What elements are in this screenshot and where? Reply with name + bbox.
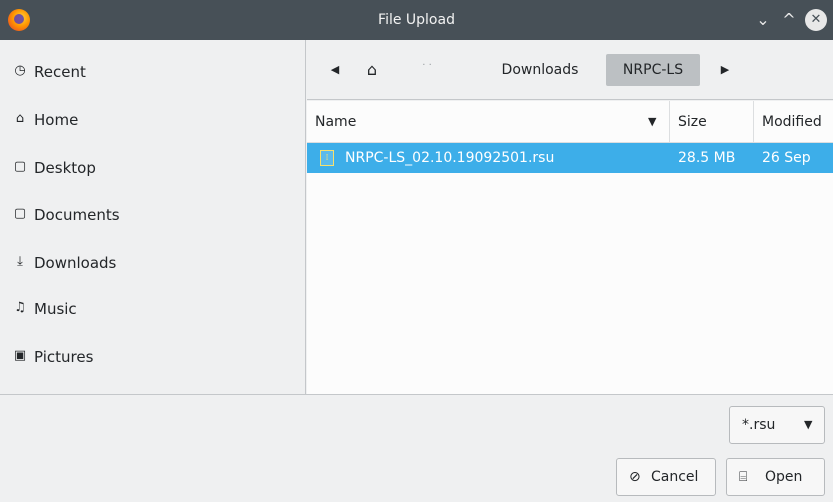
sidebar-item-label: Music — [34, 300, 77, 318]
sidebar-item-label: Documents — [34, 206, 120, 224]
breadcrumb-nrpc-ls[interactable]: NRPC-LS — [606, 54, 700, 86]
file-list-header: Name ▼ Size Modified — [307, 101, 833, 143]
sidebar-item-label: Recent — [34, 63, 86, 81]
sidebar-item-pictures[interactable]: ▣ Pictures — [0, 335, 305, 379]
open-label: Open — [765, 469, 803, 485]
column-header-size[interactable]: Size — [678, 101, 748, 143]
column-header-modified[interactable]: Modified — [762, 101, 833, 143]
file-type-filter[interactable]: *.rsu ▼ — [729, 406, 825, 444]
maximize-button[interactable]: ^ — [779, 10, 799, 30]
sidebar-item-desktop[interactable]: ▢ Desktop — [0, 146, 305, 190]
places-sidebar: ◷ Recent ⌂ Home ▢ Desktop ▢ Documents ⤓ … — [0, 40, 306, 394]
desktop-icon: ▢ — [13, 159, 27, 174]
sort-descending-icon[interactable]: ▼ — [648, 101, 656, 143]
window-title: File Upload — [378, 12, 455, 28]
path-forward-button[interactable]: ▶ — [715, 54, 735, 86]
path-bar: ◀ ⌂ · · Downloads NRPC-LS ▶ — [307, 40, 833, 100]
file-modified: 26 Sep — [762, 150, 811, 166]
sidebar-item-label: Home — [34, 111, 79, 129]
column-header-name[interactable]: Name — [315, 101, 665, 143]
sidebar-item-downloads[interactable]: ⤓ Downloads — [0, 241, 305, 285]
sidebar-item-label: Desktop — [34, 159, 96, 177]
title-bar: File Upload ⌄ ^ ✕ — [0, 0, 833, 40]
home-icon: ⌂ — [15, 111, 25, 126]
path-ellipsis: · · — [422, 60, 432, 71]
archive-file-icon: ⁞ — [320, 150, 334, 166]
column-separator[interactable] — [753, 101, 754, 143]
sidebar-item-recent[interactable]: ◷ Recent — [0, 50, 305, 94]
file-row[interactable]: ⁞ NRPC-LS_02.10.19092501.rsu 28.5 MB 26 … — [307, 143, 833, 173]
chevron-down-icon: ▼ — [804, 418, 813, 431]
cancel-label: Cancel — [651, 469, 699, 485]
column-separator[interactable] — [669, 101, 670, 143]
sidebar-item-label: Pictures — [34, 348, 94, 366]
pictures-icon: ▣ — [13, 348, 27, 363]
file-size: 28.5 MB — [678, 150, 736, 166]
path-back-button[interactable]: ◀ — [325, 54, 345, 86]
filter-value: *.rsu — [742, 417, 776, 433]
close-button[interactable]: ✕ — [805, 9, 827, 31]
open-button[interactable]: ⌸ Open — [726, 458, 825, 496]
file-name: NRPC-LS_02.10.19092501.rsu — [345, 150, 555, 166]
documents-icon: ▢ — [13, 206, 27, 221]
sidebar-item-documents[interactable]: ▢ Documents — [0, 193, 305, 237]
cancel-icon: ⊘ — [629, 469, 641, 485]
folder-open-icon: ⌸ — [739, 469, 748, 485]
music-icon: ♫ — [14, 300, 26, 315]
sidebar-item-music[interactable]: ♫ Music — [0, 287, 305, 331]
cancel-button[interactable]: ⊘ Cancel — [616, 458, 716, 496]
path-home-button[interactable]: ⌂ — [360, 54, 384, 86]
minimize-button[interactable]: ⌄ — [753, 10, 773, 30]
downloads-icon: ⤓ — [17, 254, 23, 269]
footer-divider — [0, 394, 833, 395]
breadcrumb-downloads[interactable]: Downloads — [490, 54, 590, 86]
clock-icon: ◷ — [14, 63, 26, 78]
file-list: Name ▼ Size Modified ⁞ NRPC-LS_02.10.190… — [307, 101, 833, 394]
sidebar-item-label: Downloads — [34, 254, 117, 272]
sidebar-item-home[interactable]: ⌂ Home — [0, 98, 305, 142]
